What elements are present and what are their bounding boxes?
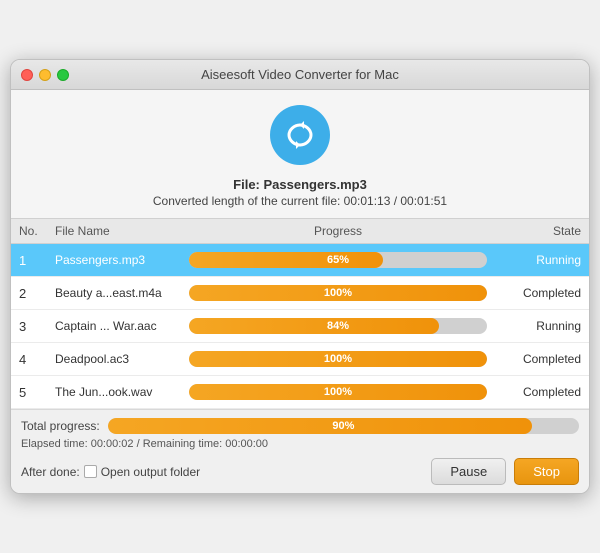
after-done-checkbox[interactable] — [84, 465, 97, 478]
progress-bar: 100% — [189, 285, 487, 301]
row-filename: Deadpool.ac3 — [55, 352, 185, 366]
table-row[interactable]: 5 The Jun...ook.wav 100% Completed — [11, 376, 589, 409]
row-number: 3 — [19, 319, 55, 334]
progress-label: 100% — [189, 351, 487, 367]
progress-label: 84% — [189, 318, 487, 334]
row-progress: 84% — [185, 318, 491, 334]
col-header-filename: File Name — [55, 224, 185, 238]
row-filename: Passengers.mp3 — [55, 253, 185, 267]
total-bar-text: 90% — [108, 418, 579, 434]
col-header-progress: Progress — [185, 224, 491, 238]
row-number: 1 — [19, 253, 55, 268]
progress-bar: 100% — [189, 351, 487, 367]
main-window: Aiseesoft Video Converter for Mac File: … — [10, 59, 590, 494]
titlebar: Aiseesoft Video Converter for Mac — [11, 60, 589, 90]
progress-bar: 100% — [189, 384, 487, 400]
file-duration: Converted length of the current file: 00… — [11, 194, 589, 218]
row-state: Completed — [491, 286, 581, 300]
table-row[interactable]: 2 Beauty a...east.m4a 100% Completed — [11, 277, 589, 310]
row-state: Running — [491, 319, 581, 333]
total-label: Total progress: — [21, 419, 100, 433]
bottom-section: Total progress: 90% Elapsed time: 00:00:… — [11, 409, 589, 493]
table-body: 1 Passengers.mp3 65% Running 2 Beauty a.… — [11, 244, 589, 409]
window-title: Aiseesoft Video Converter for Mac — [201, 67, 399, 82]
elapsed-row: Elapsed time: 00:00:02 / Remaining time:… — [21, 438, 579, 450]
row-progress: 100% — [185, 384, 491, 400]
table-row[interactable]: 3 Captain ... War.aac 84% Running — [11, 310, 589, 343]
row-state: Completed — [491, 352, 581, 366]
table-row[interactable]: 4 Deadpool.ac3 100% Completed — [11, 343, 589, 376]
row-number: 5 — [19, 385, 55, 400]
progress-label: 100% — [189, 285, 487, 301]
maximize-button[interactable] — [57, 69, 69, 81]
stop-button[interactable]: Stop — [514, 458, 579, 485]
table-row[interactable]: 1 Passengers.mp3 65% Running — [11, 244, 589, 277]
progress-bar: 84% — [189, 318, 487, 334]
progress-label: 65% — [189, 252, 487, 268]
total-progress-row: Total progress: 90% — [21, 418, 579, 434]
convert-icon — [282, 117, 318, 153]
row-progress: 100% — [185, 351, 491, 367]
row-filename: The Jun...ook.wav — [55, 385, 185, 399]
icon-area — [11, 90, 589, 173]
row-state: Running — [491, 253, 581, 267]
bottom-row: After done: Open output folder Pause Sto… — [21, 458, 579, 485]
row-progress: 65% — [185, 252, 491, 268]
table-header: No. File Name Progress State — [11, 218, 589, 244]
progress-bar: 65% — [189, 252, 487, 268]
traffic-lights — [21, 69, 69, 81]
row-progress: 100% — [185, 285, 491, 301]
row-filename: Beauty a...east.m4a — [55, 286, 185, 300]
bottom-buttons: Pause Stop — [431, 458, 579, 485]
pause-button[interactable]: Pause — [431, 458, 506, 485]
col-header-no: No. — [19, 224, 55, 238]
after-done-label: After done: — [21, 465, 80, 479]
after-done-row: After done: Open output folder — [21, 465, 200, 479]
close-button[interactable] — [21, 69, 33, 81]
minimize-button[interactable] — [39, 69, 51, 81]
col-header-state: State — [491, 224, 581, 238]
progress-label: 100% — [189, 384, 487, 400]
row-number: 2 — [19, 286, 55, 301]
row-state: Completed — [491, 385, 581, 399]
total-progress-bar: 90% — [108, 418, 579, 434]
convert-icon-circle — [270, 105, 330, 165]
row-filename: Captain ... War.aac — [55, 319, 185, 333]
after-done-open-label: Open output folder — [101, 465, 200, 479]
row-number: 4 — [19, 352, 55, 367]
file-info: File: Passengers.mp3 — [11, 173, 589, 194]
